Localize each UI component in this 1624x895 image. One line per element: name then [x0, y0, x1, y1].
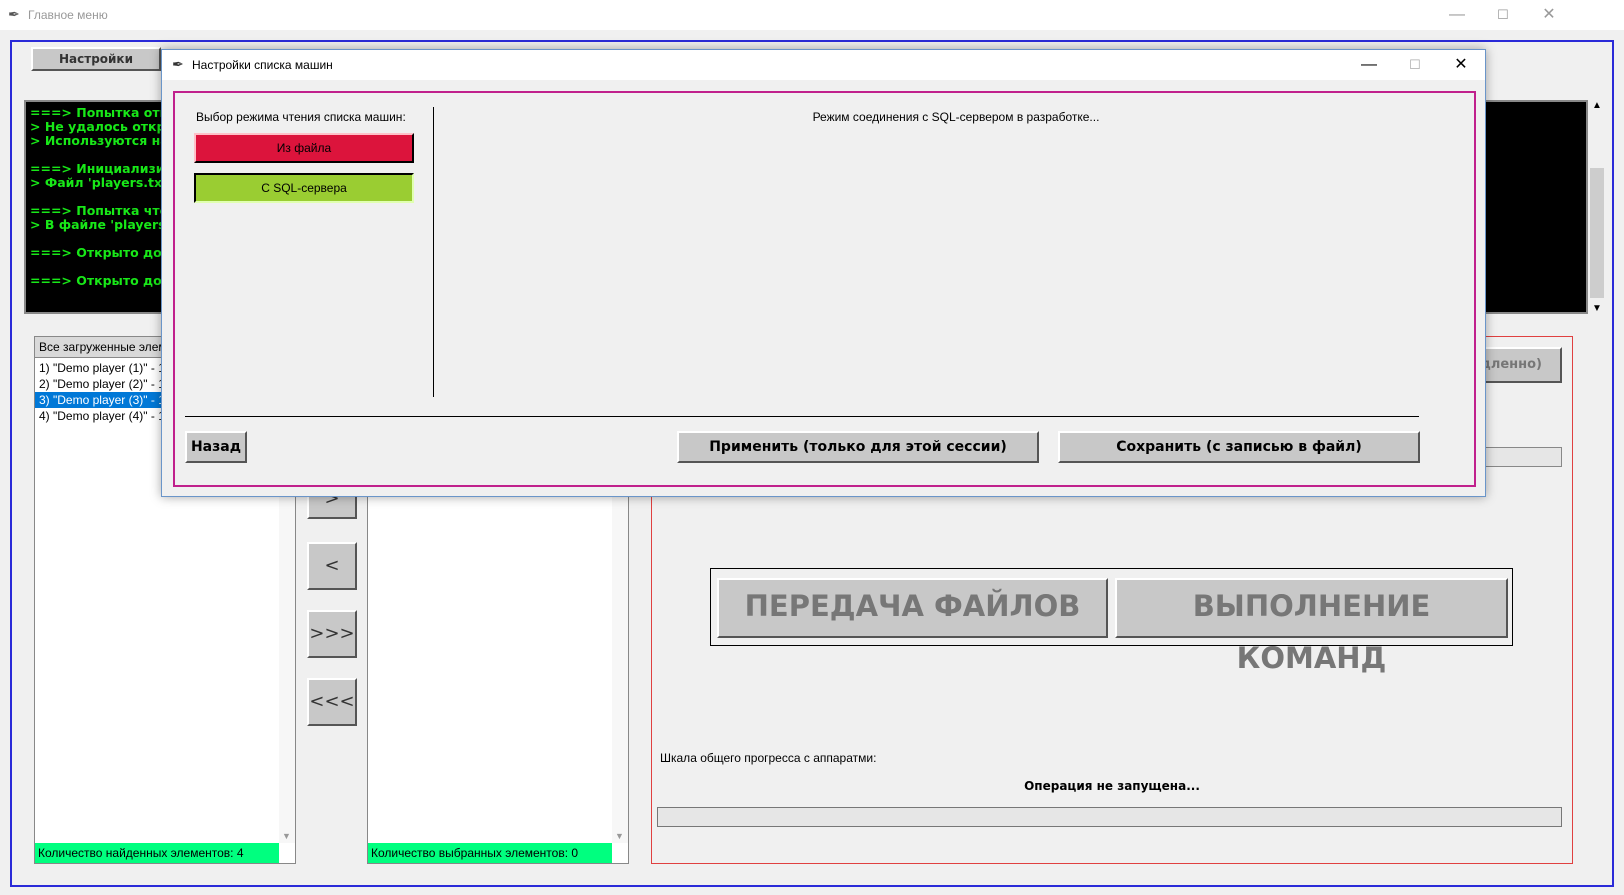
scroll-down-icon[interactable]: ▼	[615, 831, 624, 841]
settings-button[interactable]: Настройки	[31, 47, 161, 71]
console-scrollbar[interactable]: ▲ ▼	[1588, 100, 1606, 314]
dialog-content-frame: Выбор режима чтения списка машин: Из фай…	[173, 91, 1476, 487]
horizontal-separator	[185, 416, 1419, 417]
from-file-button[interactable]: Из файла	[194, 133, 414, 163]
maximize-icon[interactable]: ☐	[1392, 50, 1438, 80]
action-buttons-frame: ПЕРЕДАЧА ФАЙЛОВ ВЫПОЛНЕНИЕ КОМАНД	[710, 568, 1513, 675]
console-lines: ===> Попытка откр > Не удалось откры > Исп…	[30, 106, 177, 288]
console-line: ===> Открыто доч	[30, 273, 171, 288]
close-icon[interactable]: ✕	[1438, 50, 1484, 80]
console-line: ===> Инициализир	[30, 161, 174, 176]
console-line: ===> Попытка чтен	[30, 203, 177, 218]
mode-label: Выбор режима чтения списка машин:	[196, 110, 406, 124]
selected-count-label: Количество выбранных элементов: 0	[368, 843, 612, 863]
dialog-title: Настройки списка машин	[192, 58, 333, 72]
console-line: ===> Попытка откр	[30, 105, 178, 120]
found-count-label: Количество найденных элементов: 4	[35, 843, 279, 863]
minimize-icon[interactable]: —	[1434, 0, 1480, 30]
move-left-button[interactable]: <	[307, 542, 357, 590]
vertical-separator	[433, 107, 434, 397]
main-window-title: Главное меню	[28, 8, 108, 22]
scroll-up-icon[interactable]: ▲	[1592, 100, 1602, 111]
feather-icon: ✒	[8, 6, 20, 22]
save-button[interactable]: Сохранить (с записью в файл)	[1058, 431, 1420, 463]
scrollbar-thumb[interactable]	[1590, 168, 1604, 298]
console-line: > Используются на	[30, 133, 169, 148]
file-transfer-button[interactable]: ПЕРЕДАЧА ФАЙЛОВ	[717, 578, 1108, 638]
overall-progress-bar	[657, 807, 1562, 827]
scroll-down-icon[interactable]: ▼	[282, 831, 291, 841]
console-line: > Не удалось откры	[30, 119, 177, 134]
console-line: > Файл 'players.txt'	[30, 175, 172, 190]
main-title-bar: ✒ Главное меню — ☐ ✕	[0, 0, 1624, 30]
close-icon[interactable]: ✕	[1526, 0, 1572, 30]
from-sql-button[interactable]: С SQL-сервера	[194, 173, 414, 203]
move-all-left-button[interactable]: <<<	[307, 678, 357, 726]
feather-icon: ✒	[172, 56, 184, 72]
sql-info-text: Режим соединения с SQL-сервером в разраб…	[812, 110, 1100, 124]
apply-button[interactable]: Применить (только для этой сессии)	[677, 431, 1039, 463]
minimize-icon[interactable]: —	[1346, 50, 1392, 80]
maximize-icon[interactable]: ☐	[1480, 0, 1526, 30]
status-label: Операция не запущена...	[1024, 779, 1200, 793]
console-line: > В файле 'players.	[30, 217, 171, 232]
back-button[interactable]: Назад	[185, 431, 247, 463]
console-line: ===> Открыто доч	[30, 245, 171, 260]
progress-label: Шкала общего прогресса с аппаратми:	[660, 751, 877, 765]
command-exec-button[interactable]: ВЫПОЛНЕНИЕ КОМАНД	[1115, 578, 1508, 675]
machine-list-settings-dialog: ✒ Настройки списка машин — ☐ ✕ Выбор реж…	[161, 49, 1486, 497]
scroll-down-icon[interactable]: ▼	[1592, 303, 1602, 314]
dialog-title-bar: ✒ Настройки списка машин — ☐ ✕	[162, 50, 1485, 80]
move-all-right-button[interactable]: >>>	[307, 610, 357, 658]
